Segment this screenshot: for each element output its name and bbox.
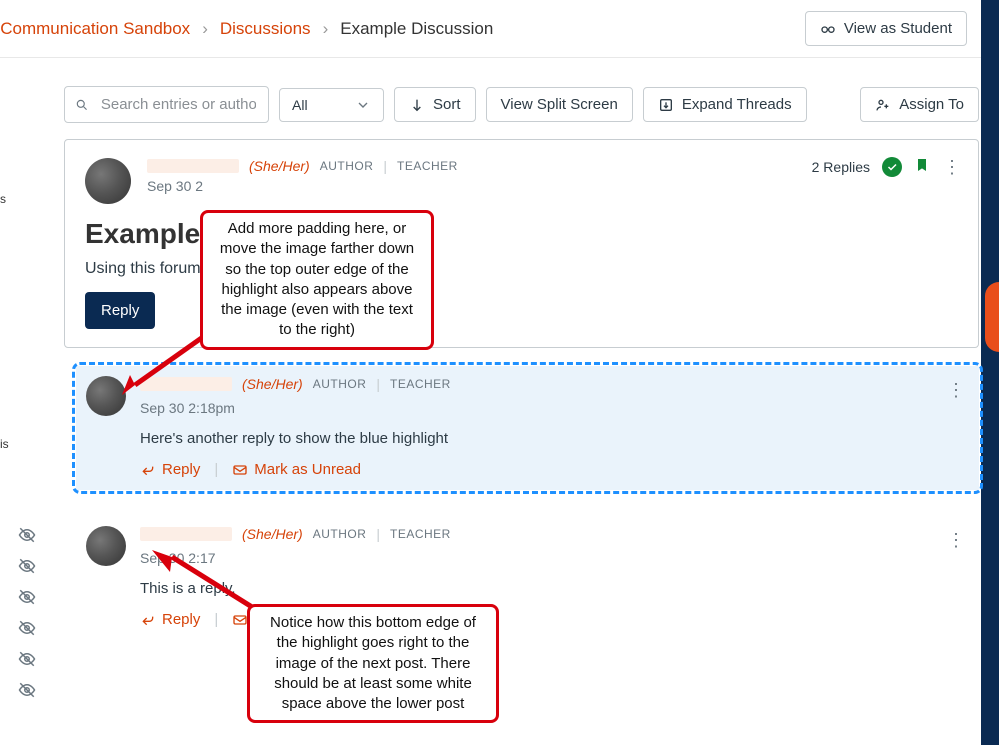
chevron-down-icon: [355, 97, 371, 113]
split-screen-button[interactable]: View Split Screen: [486, 87, 633, 122]
arrow-down-icon: [409, 97, 425, 113]
annotation-callout-top: Add more padding here, or move the image…: [200, 210, 434, 350]
envelope-icon: [232, 462, 248, 478]
chevron-right-icon: ›: [202, 19, 208, 39]
header-bar: g & Communication Sandbox › Discussions …: [0, 0, 999, 58]
reply-item: ⋮ (She/Her) AUTHOR | TEACHER Sep 30 2:17…: [76, 516, 979, 640]
reply-timestamp: Sep 30 2:18pm: [140, 400, 451, 416]
author-pronoun: (She/Her): [249, 158, 310, 174]
reply-timestamp: Sep 30 2:17: [140, 550, 451, 566]
role-author: AUTHOR: [313, 527, 367, 541]
reply-action-reply[interactable]: Reply: [140, 461, 200, 478]
assign-to-button[interactable]: Assign To: [860, 87, 979, 122]
avatar: [86, 526, 126, 566]
reply-action-reply-label: Reply: [162, 461, 200, 478]
annotation-callout-bottom: Notice how this bottom edge of the highl…: [247, 604, 499, 723]
eye-off-icon: [18, 619, 36, 637]
reply-action-mark-unread-fragment[interactable]: [232, 612, 248, 628]
reply-arrow-icon: [140, 462, 156, 478]
filter-select-label: All: [292, 97, 308, 113]
search-icon: [75, 97, 89, 113]
view-as-student-button[interactable]: View as Student: [805, 11, 967, 46]
author-name-redacted: [140, 377, 232, 391]
post-timestamp: Sep 30 2: [147, 178, 458, 194]
reply-options-kebab[interactable]: ⋮: [947, 380, 965, 401]
view-as-student-label: View as Student: [844, 20, 952, 37]
eye-off-icon: [18, 557, 36, 575]
author-name-redacted: [147, 159, 239, 173]
assign-to-label: Assign To: [899, 96, 964, 113]
breadcrumb-course[interactable]: g & Communication Sandbox: [0, 19, 190, 39]
split-screen-label: View Split Screen: [501, 96, 618, 113]
reply-thread: ⋮ (She/Her) AUTHOR | TEACHER Sep 30 2:18…: [76, 366, 979, 640]
reply-actions: Reply | Mark as Unread: [140, 461, 963, 478]
right-decor-blob: [985, 282, 999, 352]
eye-off-icon: [18, 681, 36, 699]
discussion-toolbar: All Sort View Split Screen Expand Thread…: [0, 58, 999, 139]
search-input-wrap[interactable]: [64, 86, 269, 123]
assign-icon: [875, 97, 891, 113]
role-separator: |: [383, 158, 387, 174]
action-separator: |: [214, 611, 218, 628]
sort-label: Sort: [433, 96, 461, 113]
left-nav-fragment: is: [0, 434, 18, 456]
breadcrumb-current: Example Discussion: [340, 19, 493, 39]
filter-select[interactable]: All: [279, 88, 384, 122]
role-separator: |: [376, 376, 380, 392]
eye-off-icon: [18, 526, 36, 544]
search-input[interactable]: [99, 95, 258, 114]
role-separator: |: [376, 526, 380, 542]
right-decor-strip: [981, 0, 999, 745]
expand-threads-button[interactable]: Expand Threads: [643, 87, 807, 122]
glasses-icon: [820, 21, 836, 37]
envelope-icon: [232, 612, 248, 628]
role-teacher: TEACHER: [390, 527, 451, 541]
reply-button[interactable]: Reply: [85, 292, 155, 329]
eye-off-icon: [18, 650, 36, 668]
reply-options-kebab[interactable]: ⋮: [947, 530, 965, 551]
role-author: AUTHOR: [313, 377, 367, 391]
reply-arrow-icon: [140, 612, 156, 628]
reply-item-highlighted: ⋮ (She/Her) AUTHOR | TEACHER Sep 30 2:18…: [76, 366, 979, 490]
reply-action-mark-unread-label: Mark as Unread: [254, 461, 361, 478]
author-name-redacted: [140, 527, 232, 541]
avatar: [86, 376, 126, 416]
reply-action-mark-unread[interactable]: Mark as Unread: [232, 461, 361, 478]
reply-action-reply[interactable]: Reply: [140, 611, 200, 628]
left-nav-fragment-top: s: [0, 192, 8, 206]
bookmark-icon[interactable]: [914, 156, 930, 177]
author-pronoun: (She/Her): [242, 376, 303, 392]
breadcrumb: g & Communication Sandbox › Discussions …: [0, 19, 493, 39]
author-line: (She/Her) AUTHOR | TEACHER: [147, 158, 458, 174]
post-topright-controls: 2 Replies ⋮: [812, 156, 962, 177]
breadcrumb-discussions[interactable]: Discussions: [220, 19, 311, 39]
role-teacher: TEACHER: [390, 377, 451, 391]
replies-count: 2 Replies: [812, 159, 870, 175]
published-check-icon: [882, 157, 902, 177]
role-teacher: TEACHER: [397, 159, 458, 173]
expand-threads-label: Expand Threads: [682, 96, 792, 113]
expand-icon: [658, 97, 674, 113]
chevron-right-icon: ›: [323, 19, 329, 39]
reply-body: Here's another reply to show the blue hi…: [140, 430, 963, 447]
role-author: AUTHOR: [320, 159, 374, 173]
avatar: [85, 158, 131, 204]
author-pronoun: (She/Her): [242, 526, 303, 542]
reply-action-reply-label: Reply: [162, 611, 200, 628]
post-options-kebab[interactable]: ⋮: [942, 158, 962, 176]
reply-body: This is a reply.: [140, 580, 963, 597]
sort-button[interactable]: Sort: [394, 87, 476, 122]
eye-off-icon: [18, 588, 36, 606]
left-hidden-icons: [18, 526, 36, 699]
action-separator: |: [214, 461, 218, 478]
